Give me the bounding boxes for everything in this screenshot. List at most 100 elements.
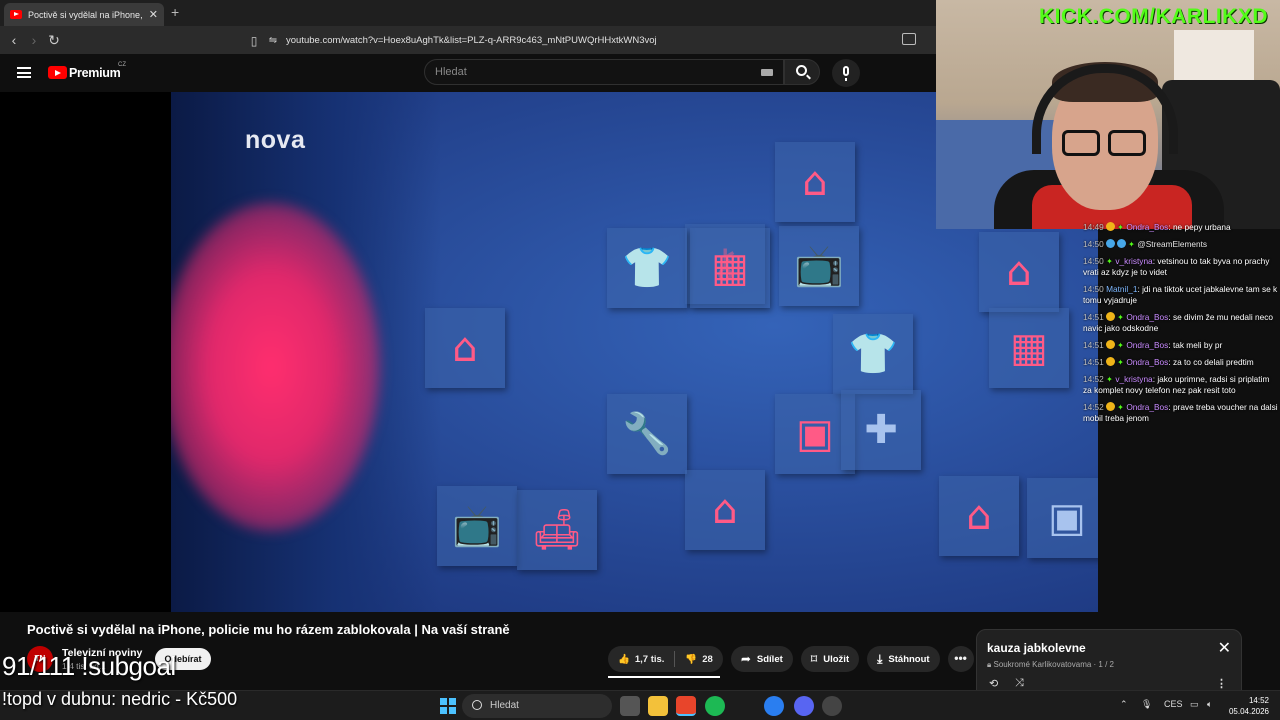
screen-icon[interactable] (902, 33, 916, 45)
house-icon: ⌂ (775, 142, 855, 222)
video-title: Poctivě si vydělal na iPhone, policie mu… (27, 622, 510, 637)
chat-message: 14:52 ✦ v_kristyna: jako uprimne, radsi … (1083, 374, 1270, 395)
tray-chevron-icon[interactable]: ⌃ (1120, 699, 1128, 710)
bookmark-icon[interactable]: ▯ (244, 34, 264, 48)
search-icon (796, 65, 807, 76)
save-button[interactable]: ⌑ Uložit (800, 646, 860, 672)
address-bar[interactable]: ▯ ⇋ youtube.com/watch?v=Hoex8uAghTk&list… (244, 30, 944, 51)
volume-icon[interactable]: 🔈︎ (1207, 699, 1212, 710)
voice-search-button[interactable] (832, 59, 860, 87)
topd-overlay: !topd v dubnu: nedric - Kč500 (2, 689, 238, 709)
discord-icon[interactable] (794, 696, 814, 716)
file-explorer-icon[interactable] (648, 696, 668, 716)
cash-register-icon: ▦ (989, 308, 1069, 388)
sub-badge-icon: ✦ (1117, 313, 1127, 322)
chat-text: ne pepy urbana (1172, 222, 1231, 232)
chat-username[interactable]: Ondra_Bos (1126, 357, 1168, 367)
loop-icon[interactable]: ⟲ (989, 677, 998, 690)
chat-username[interactable]: Ondra_Bos (1126, 222, 1168, 232)
nova-logo: nova (245, 126, 306, 154)
chat-username[interactable]: @StreamElements (1137, 239, 1207, 249)
search-icon (472, 700, 482, 710)
video-actions: 👍 1,7 tis. 👎 28 ➦ Sdílet ⌑ Uložit ⤓ Stáh… (608, 646, 974, 672)
microphone-icon (843, 66, 849, 81)
playlist-meta: 🔒︎ Soukromé Karlikovatovama · 1 / 2 (987, 660, 1114, 670)
chat-timestamp: 14:49 (1083, 222, 1104, 232)
tab-title: Poctivě si vydělal na iPhone, poli (28, 9, 143, 20)
back-icon[interactable]: ‹ (4, 30, 24, 50)
cam-glasses (1062, 130, 1150, 158)
gold-badge-icon (1106, 340, 1116, 349)
chat-timestamp: 14:52 (1083, 374, 1104, 384)
keyboard-language[interactable]: CES (1164, 699, 1183, 709)
browser-app-icon[interactable] (764, 696, 784, 716)
like-underline (608, 676, 720, 678)
search-button[interactable] (784, 59, 820, 85)
share-icon: ➦ (740, 652, 751, 666)
sub-badge-icon: ✦ (1117, 403, 1127, 412)
windows-start-icon[interactable] (440, 698, 456, 714)
url-text[interactable]: youtube.com/watch?v=Hoex8uAghTk&list=PLZ… (286, 35, 657, 46)
like-button[interactable]: 👍 1,7 tis. (608, 654, 674, 665)
video-player[interactable]: nova ⚷ ⌂ 👕 ▦ 📺 ⌂ ⌂ 👕 ▦ 🔧 ▣ ✚ ⌂ 📺 🛋 ⌂ ▣ (0, 92, 1098, 612)
reload-icon[interactable]: ↻ (44, 30, 64, 50)
chat-timestamp: 14:50 (1083, 284, 1104, 294)
chat-username[interactable]: Ondra_Bos (1126, 312, 1168, 322)
chat-username[interactable]: Matnil_1 (1106, 284, 1137, 294)
download-icon: ⤓ (877, 651, 883, 666)
gold-badge-icon (1106, 222, 1116, 231)
chat-text: za to co delali predtim (1172, 357, 1254, 367)
sofa-icon: 🛋 (517, 490, 597, 570)
playlist-panel: kauza jabkolevne 🔒︎ Soukromé Karlikovato… (976, 629, 1242, 691)
playlist-title[interactable]: kauza jabkolevne (987, 641, 1086, 655)
chat-timestamp: 14:50 (1083, 239, 1104, 249)
share-button[interactable]: ➦ Sdílet (730, 646, 793, 672)
task-view-icon[interactable] (620, 696, 640, 716)
thumbs-up-icon: 👍 (618, 653, 630, 665)
shop-icon: ⌂ (425, 308, 505, 388)
youtube-brand[interactable]: Premium (69, 66, 121, 80)
playlist-close-icon[interactable]: ✕ (1218, 638, 1231, 658)
keyboard-icon[interactable] (761, 69, 773, 76)
shuffle-icon[interactable]: ⤨ (1015, 677, 1024, 690)
webcam-overlay: KICK.COM/KARLIKXD (936, 0, 1280, 229)
chat-username[interactable]: v_kristyna (1115, 374, 1152, 384)
new-tab-button[interactable]: + (171, 4, 179, 20)
tray-mic-icon[interactable]: 🎙︎ (1141, 699, 1152, 710)
kick-url: KICK.COM/KARLIKXD (1039, 5, 1268, 28)
chat-username[interactable]: Ondra_Bos (1126, 340, 1168, 350)
playlist-more-icon[interactable]: ⋮ (1216, 677, 1227, 690)
gold-badge-icon (1106, 357, 1116, 366)
tshirt-icon: 👕 (607, 228, 687, 308)
browser-tab[interactable]: Poctivě si vydělal na iPhone, poli ✕ (4, 3, 164, 26)
subgoal-overlay: 91/111 !subgoal (2, 651, 176, 681)
first-aid-icon: ✚ (841, 390, 921, 470)
chat-message: 14:51 ✦ Ondra_Bos: se divim že mu nedali… (1083, 312, 1274, 333)
chat-message: 14:51 ✦ Ondra_Bos: tak meli by pr (1083, 340, 1223, 350)
network-icon[interactable]: ▭ (1190, 699, 1199, 710)
brave-browser-icon[interactable] (676, 696, 696, 716)
system-clock[interactable]: 14:52 05.04.2026 (1229, 695, 1269, 717)
more-actions-button[interactable]: ••• (947, 646, 974, 672)
gold-badge-icon (1106, 312, 1116, 321)
chat-message: 14:52 ✦ Ondra_Bos: prave treba voucher n… (1083, 402, 1278, 423)
pink-blur-shape (171, 202, 381, 532)
menu-icon[interactable] (17, 67, 31, 78)
spotify-icon[interactable] (705, 696, 725, 716)
share-label: Sdílet (756, 653, 783, 665)
download-button[interactable]: ⤓ Stáhnout (867, 646, 940, 672)
tab-close-icon[interactable]: ✕ (149, 8, 158, 21)
youtube-logo-icon[interactable] (48, 66, 67, 79)
clock-date: 05.04.2026 (1228, 707, 1269, 716)
search-input[interactable]: Hledat (424, 59, 784, 85)
dislike-count: 28 (702, 653, 713, 665)
sub-badge-icon: ✦ (1106, 257, 1116, 266)
obs-icon[interactable] (822, 696, 842, 716)
taskbar-search[interactable]: Hledat (462, 694, 612, 718)
chat-username[interactable]: v_kristyna (1115, 256, 1152, 266)
chat-message: 14:50 ✦ v_kristyna: vetsinou to tak byva… (1083, 256, 1270, 277)
dislike-button[interactable]: 👎 28 (675, 654, 722, 665)
chat-username[interactable]: Ondra_Bos (1126, 402, 1168, 412)
forward-icon[interactable]: › (24, 30, 44, 50)
site-info-icon[interactable]: ⇋ (264, 35, 282, 46)
